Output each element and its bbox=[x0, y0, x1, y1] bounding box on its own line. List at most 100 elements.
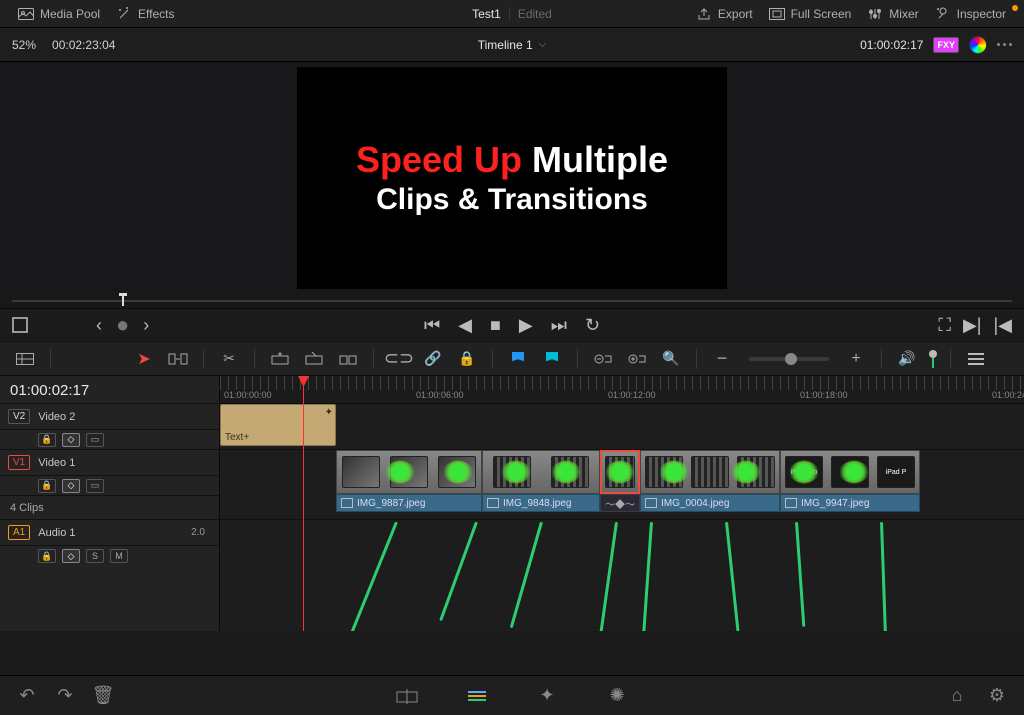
zoom-in-range-icon[interactable] bbox=[624, 346, 650, 372]
go-start-icon[interactable]: ⏮ bbox=[424, 316, 440, 334]
zoom-out-range-icon[interactable] bbox=[590, 346, 616, 372]
track-enable-v2-icon[interactable]: ▭ bbox=[86, 433, 104, 447]
time-ruler[interactable]: 01:00:00:00 01:00:06:00 01:00:12:00 01:0… bbox=[220, 376, 1024, 404]
scrub-handle[interactable] bbox=[122, 296, 124, 306]
current-timecode[interactable]: 01:00:02:17 bbox=[860, 38, 923, 52]
clip-label[interactable]: IMG_9947.jpeg bbox=[780, 494, 920, 512]
transition-label[interactable]: ～◆～ bbox=[600, 494, 640, 512]
clip-label[interactable]: IMG_9887.jpeg bbox=[336, 494, 482, 512]
effects-button[interactable]: Effects bbox=[108, 7, 182, 21]
clip-label-row: IMG_9887.jpeg IMG_9848.jpeg ～◆～ IMG_0004… bbox=[336, 494, 920, 514]
inspector-button[interactable]: Inspector bbox=[927, 7, 1014, 21]
home-icon[interactable]: ⌂ bbox=[946, 686, 968, 706]
effects-wand-icon bbox=[116, 7, 132, 21]
cut-page-icon[interactable] bbox=[396, 686, 418, 706]
project-title: Test1 bbox=[472, 7, 501, 21]
trim-tool-icon[interactable] bbox=[165, 346, 191, 372]
mixer-button[interactable]: Mixer bbox=[859, 7, 926, 21]
transition-clip[interactable] bbox=[600, 450, 640, 494]
fullscreen-button[interactable]: Full Screen bbox=[761, 7, 860, 21]
clip-fx-icon: ✦ bbox=[325, 407, 333, 418]
video-clip[interactable] bbox=[482, 450, 600, 494]
next-edit-icon[interactable]: › bbox=[143, 316, 149, 334]
zoom-knob[interactable] bbox=[785, 353, 797, 365]
stop-icon[interactable]: ■ bbox=[490, 316, 501, 334]
track-header-a1[interactable]: A1 Audio 1 2.0 bbox=[0, 520, 219, 546]
prev-clip-icon[interactable]: |◀ bbox=[993, 316, 1012, 334]
insert-clip-icon[interactable] bbox=[267, 346, 293, 372]
ruler-tick: 01:00:12:00 bbox=[608, 390, 656, 400]
video-clip[interactable]: iPad Pro iPad P bbox=[780, 450, 920, 494]
delete-trash-icon[interactable]: 🗑 bbox=[92, 686, 114, 706]
track-lane-v2[interactable]: Text+ ✦ bbox=[220, 404, 1024, 450]
record-dot-icon[interactable]: ● bbox=[116, 314, 129, 336]
redo-icon[interactable]: ↷ bbox=[54, 686, 76, 706]
timeline-layout-icon[interactable] bbox=[12, 346, 38, 372]
crop-tool-icon[interactable] bbox=[12, 317, 28, 333]
replace-clip-icon[interactable] bbox=[335, 346, 361, 372]
master-timecode[interactable]: 01:00:02:17 bbox=[0, 376, 219, 404]
track-header-v1[interactable]: V1 Video 1 bbox=[0, 450, 219, 476]
timeline-tracks[interactable]: 01:00:00:00 01:00:06:00 01:00:12:00 01:0… bbox=[220, 376, 1024, 631]
color-page-icon[interactable]: ✺ bbox=[606, 686, 628, 706]
blade-cut-icon[interactable]: ✂ bbox=[216, 346, 242, 372]
transport-bar: ‹ ● › ⏮ ◀ ■ ▶ ⏭ ↻ ⛶ ▶| |◀ bbox=[0, 308, 1024, 342]
text-clip[interactable]: Text+ ✦ bbox=[220, 404, 336, 446]
video-clip[interactable] bbox=[336, 450, 482, 494]
duration-timecode[interactable]: 00:02:23:04 bbox=[52, 38, 115, 52]
zoom-out-minus-icon[interactable]: − bbox=[709, 346, 735, 372]
track-badge-a1: A1 bbox=[8, 525, 30, 540]
zoom-tool-icon[interactable]: 🔍 bbox=[658, 346, 684, 372]
viewer-frame[interactable]: Speed Up Multiple Clips & Transitions bbox=[297, 67, 727, 289]
playhead[interactable] bbox=[303, 376, 304, 631]
track-lane-v1[interactable]: iPad Pro iPad P IMG_9887.jpeg IMG_9848.j… bbox=[220, 450, 1024, 520]
prev-edit-icon[interactable]: ‹ bbox=[96, 316, 102, 334]
zoom-in-plus-icon[interactable]: + bbox=[843, 346, 869, 372]
track-lane-a1[interactable] bbox=[220, 520, 1024, 566]
snap-magnet-icon[interactable]: ⊂⊃ bbox=[386, 346, 412, 372]
track-header-v2[interactable]: V2 Video 2 bbox=[0, 404, 219, 430]
track-enable-v1-icon[interactable]: ▭ bbox=[86, 479, 104, 493]
clip-label[interactable]: IMG_9848.jpeg bbox=[482, 494, 600, 512]
export-button[interactable]: Export bbox=[688, 7, 761, 21]
overflow-menu-icon[interactable] bbox=[997, 43, 1012, 46]
track-autoselect-a1-icon[interactable]: ◇ bbox=[62, 549, 80, 563]
next-clip-icon[interactable]: ▶| bbox=[963, 316, 982, 334]
audio-level-indicator[interactable] bbox=[928, 350, 938, 368]
fusion-page-icon[interactable]: ✦ bbox=[536, 686, 558, 706]
match-frame-icon[interactable]: ⛶ bbox=[938, 316, 951, 334]
track-autoselect-v2-icon[interactable]: ◇ bbox=[62, 433, 80, 447]
zoom-slider[interactable] bbox=[749, 357, 829, 361]
undo-icon[interactable]: ↶ bbox=[16, 686, 38, 706]
overwrite-clip-icon[interactable] bbox=[301, 346, 327, 372]
marker-flag-cyan-icon[interactable] bbox=[539, 346, 565, 372]
color-wheel-icon[interactable] bbox=[969, 36, 987, 54]
edit-page-icon[interactable] bbox=[466, 686, 488, 706]
marker-flag-blue-icon[interactable] bbox=[505, 346, 531, 372]
track-lock-a1-icon[interactable]: 🔒 bbox=[38, 549, 56, 563]
timeline-name-dropdown[interactable]: Timeline 1 ⌵ bbox=[478, 38, 547, 52]
track-lock-v2-icon[interactable]: 🔒 bbox=[38, 433, 56, 447]
selection-arrow-icon[interactable]: ➤ bbox=[131, 346, 157, 372]
lock-icon[interactable]: 🔒 bbox=[454, 346, 480, 372]
viewer-scrubber[interactable] bbox=[0, 294, 1024, 308]
mute-button[interactable]: M bbox=[110, 549, 128, 563]
app-toolbar: Media Pool Effects Test1 Edited Export F… bbox=[0, 0, 1024, 28]
clip-label[interactable]: IMG_0004.jpeg bbox=[640, 494, 780, 512]
play-icon[interactable]: ▶ bbox=[519, 316, 533, 334]
play-reverse-icon[interactable]: ◀ bbox=[458, 316, 472, 334]
media-pool-button[interactable]: Media Pool bbox=[10, 7, 108, 21]
track-autoselect-v1-icon[interactable]: ◇ bbox=[62, 479, 80, 493]
solo-button[interactable]: S bbox=[86, 549, 104, 563]
volume-icon[interactable]: 🔊 bbox=[894, 346, 920, 372]
zoom-percent[interactable]: 52% bbox=[12, 38, 36, 52]
project-status: Edited bbox=[509, 7, 552, 21]
fxy-badge[interactable]: FXY bbox=[933, 37, 959, 53]
loop-icon[interactable]: ↻ bbox=[585, 316, 600, 334]
link-icon[interactable]: 🔗 bbox=[420, 346, 446, 372]
go-end-icon[interactable]: ⏭ bbox=[551, 316, 567, 334]
timeline-options-icon[interactable] bbox=[963, 346, 989, 372]
settings-gear-icon[interactable]: ⚙ bbox=[986, 686, 1008, 706]
video-clip[interactable] bbox=[640, 450, 780, 494]
track-lock-v1-icon[interactable]: 🔒 bbox=[38, 479, 56, 493]
